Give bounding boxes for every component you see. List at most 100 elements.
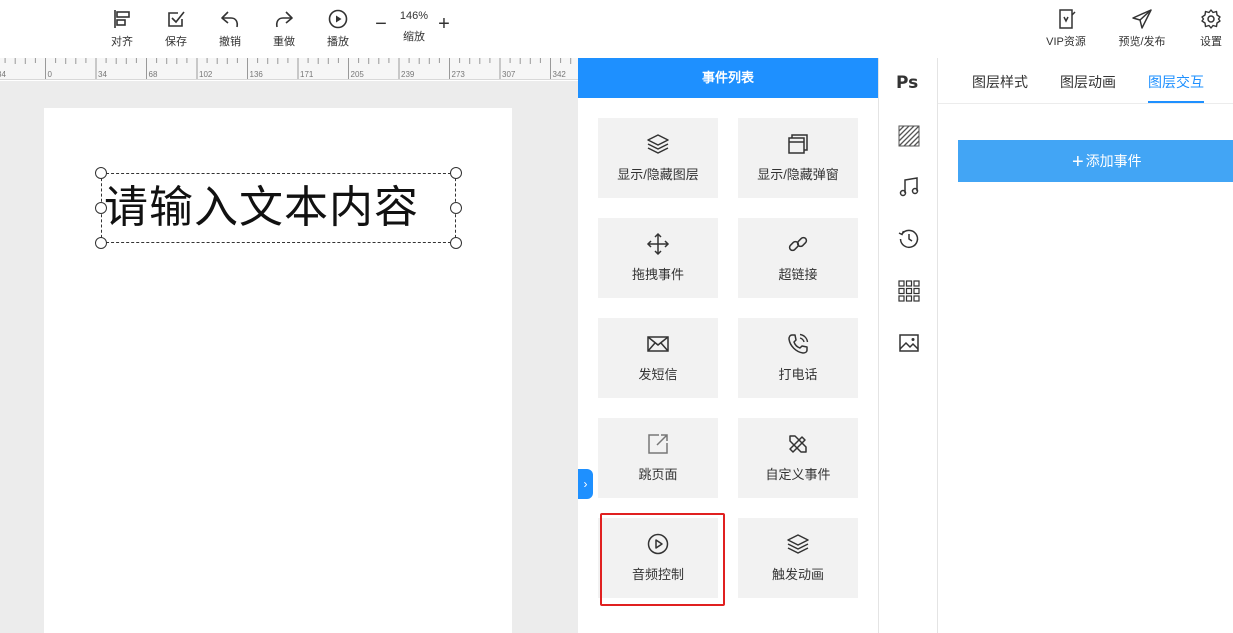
undo-icon — [221, 11, 239, 28]
layers-icon — [647, 134, 669, 154]
redo-label: 重做 — [273, 36, 295, 48]
event-send-sms[interactable]: 发短信 — [598, 318, 718, 398]
event-label: 打电话 — [778, 367, 818, 382]
zoom-in-button[interactable]: + — [436, 14, 452, 34]
ruler-tick-label: 205 — [351, 70, 365, 79]
undo-button[interactable]: 撤销 — [208, 8, 252, 50]
zoom-control: 146% 缩放 — [394, 10, 434, 44]
text-layer-content[interactable]: 请输入文本内容 — [104, 180, 419, 236]
history-icon[interactable] — [898, 228, 920, 250]
add-event-label: 添加事件 — [1085, 153, 1142, 169]
zoom-value: 146% — [399, 10, 429, 22]
link-icon — [788, 236, 808, 252]
envelope-icon — [647, 336, 669, 352]
tool-icon-strip: Ps — [878, 58, 938, 633]
redo-button[interactable]: 重做 — [262, 8, 306, 50]
preview-publish-label: 预览/发布 — [1118, 36, 1166, 48]
ruler-tick-label: 273 — [452, 70, 466, 79]
canvas-area: 请输入文本内容 — [0, 81, 578, 633]
layers-icon — [787, 534, 809, 554]
text-layer[interactable]: 请输入文本内容 — [95, 167, 462, 249]
music-note-icon[interactable] — [898, 176, 920, 198]
event-custom[interactable]: 自定义事件 — [738, 418, 858, 498]
zoom-out-button[interactable]: − — [373, 14, 389, 34]
move-icon — [646, 232, 670, 256]
photoshop-icon[interactable]: Ps — [896, 73, 918, 93]
align-icon — [114, 10, 130, 28]
event-label: 自定义事件 — [765, 467, 831, 482]
ruler-tick-label: 34 — [98, 70, 107, 79]
preview-publish-button[interactable]: 预览/发布 — [1116, 8, 1168, 50]
play-label: 播放 — [327, 36, 349, 48]
align-button[interactable]: 对齐 — [100, 8, 144, 50]
resize-handle-top-left[interactable] — [95, 167, 107, 179]
play-circle-icon — [328, 9, 348, 29]
vip-label: VIP资源 — [1046, 36, 1086, 48]
event-label: 跳页面 — [638, 467, 678, 482]
gear-icon — [1201, 9, 1221, 29]
horizontal-ruler: 34 0 34 68 102 136 171 205 239 273 307 342 — [0, 58, 578, 80]
event-label: 显示/隐藏弹窗 — [757, 167, 839, 182]
ruler-tick-label: 171 — [300, 70, 314, 79]
event-label: 拖拽事件 — [631, 267, 684, 282]
redo-icon — [275, 11, 293, 28]
event-list-title: 事件列表 — [578, 58, 878, 98]
add-event-button[interactable]: + 添加事件 — [958, 140, 1233, 182]
plus-icon: + — [1072, 151, 1084, 173]
panel-collapse-toggle[interactable]: › — [578, 469, 593, 499]
tools-icon — [789, 435, 807, 453]
save-label: 保存 — [165, 36, 187, 48]
vip-resource-icon — [1059, 9, 1076, 29]
ruler-scale: 34 0 34 68 102 136 171 205 239 273 307 342 — [0, 58, 572, 79]
resize-handle-right[interactable] — [450, 202, 462, 214]
checkbox-save-icon — [168, 11, 185, 27]
resize-handle-left[interactable] — [95, 202, 107, 214]
windows-icon — [788, 134, 808, 154]
event-jump-page[interactable]: 跳页面 — [598, 418, 718, 498]
event-phone-call[interactable]: 打电话 — [738, 318, 858, 398]
ruler-tick-label: 34 — [0, 70, 6, 79]
zoom-label: 缩放 — [403, 31, 425, 43]
resize-handle-bottom-left[interactable] — [95, 237, 107, 249]
property-panel: 图层样式 图层动画 图层交互 + 添加事件 — [938, 58, 1233, 633]
tab-layer-interaction[interactable]: 图层交互 — [1148, 72, 1204, 92]
undo-label: 撤销 — [219, 36, 241, 48]
ruler-tick-label: 239 — [401, 70, 415, 79]
image-icon[interactable] — [898, 332, 920, 354]
external-link-icon — [648, 434, 668, 454]
event-label: 显示/隐藏图层 — [617, 167, 699, 182]
paper-plane-icon — [1132, 9, 1152, 29]
ruler-tick-label: 68 — [149, 70, 158, 79]
hatch-texture-icon[interactable] — [898, 125, 920, 147]
event-trigger-animation[interactable]: 触发动画 — [738, 518, 858, 598]
ruler-tick-label: 342 — [553, 70, 567, 79]
event-label: 触发动画 — [771, 567, 824, 582]
resize-handle-bottom-right[interactable] — [450, 237, 462, 249]
tab-layer-style[interactable]: 图层样式 — [972, 72, 1028, 92]
active-tab-indicator — [1148, 101, 1204, 103]
grid-icon[interactable] — [898, 280, 920, 302]
settings-button[interactable]: 设置 — [1189, 8, 1233, 50]
ruler-tick-label: 136 — [250, 70, 264, 79]
event-show-hide-popup[interactable]: 显示/隐藏弹窗 — [738, 118, 858, 198]
event-show-hide-layer[interactable]: 显示/隐藏图层 — [598, 118, 718, 198]
play-button[interactable]: 播放 — [316, 8, 360, 50]
ruler-tick-label: 0 — [48, 70, 53, 79]
property-tabs: 图层样式 图层动画 图层交互 — [938, 58, 1233, 104]
event-drag[interactable]: 拖拽事件 — [598, 218, 718, 298]
save-button[interactable]: 保存 — [154, 8, 198, 50]
ruler-tick-label: 307 — [502, 70, 516, 79]
ruler-tick-label: 102 — [199, 70, 213, 79]
settings-label: 设置 — [1200, 36, 1222, 48]
align-label: 对齐 — [111, 36, 133, 48]
vip-resources-button[interactable]: VIP资源 — [1043, 8, 1089, 50]
top-toolbar: 对齐 保存 撤销 重做 播放 − 146% 缩放 + VIP资源 预览/发布 设… — [0, 0, 1233, 58]
tab-layer-animation[interactable]: 图层动画 — [1060, 72, 1116, 92]
design-page[interactable]: 请输入文本内容 — [44, 108, 512, 633]
event-label: 发短信 — [638, 367, 678, 382]
highlight-box-audio-control — [600, 513, 725, 606]
resize-handle-top-right[interactable] — [450, 167, 462, 179]
event-label: 超链接 — [778, 267, 818, 282]
event-hyperlink[interactable]: 超链接 — [738, 218, 858, 298]
phone-icon — [788, 333, 809, 354]
